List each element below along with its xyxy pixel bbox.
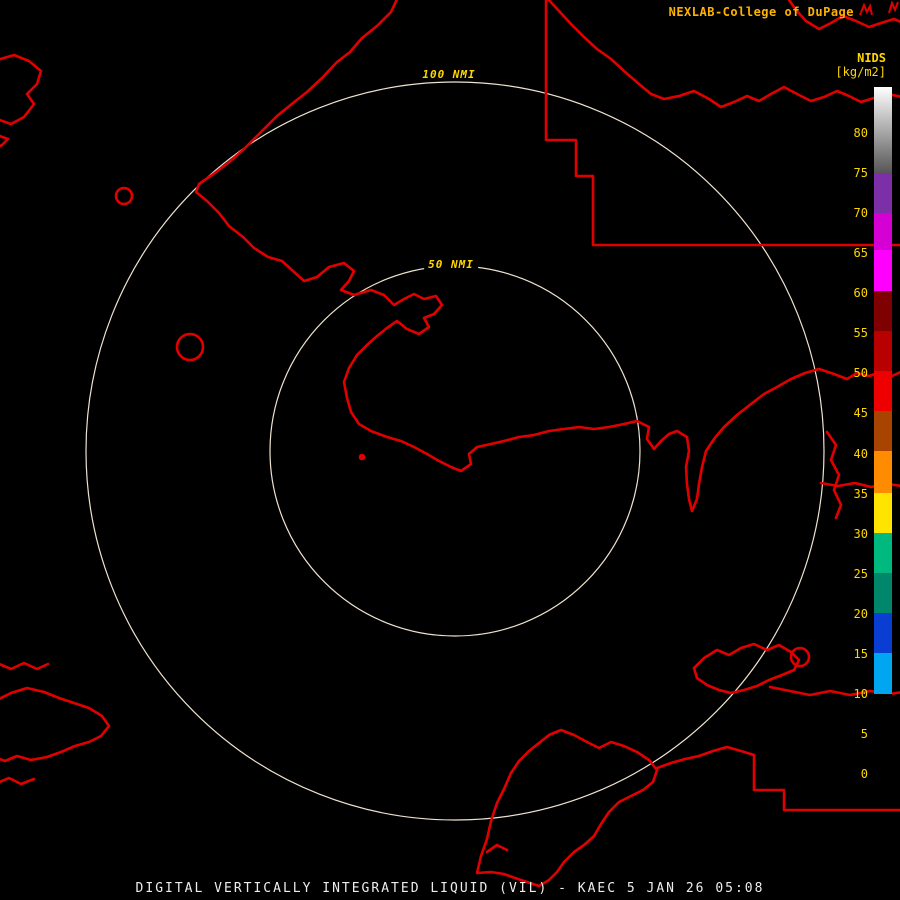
colorbar-segment (874, 533, 892, 573)
map-outline (692, 642, 801, 695)
map-outline-circle (114, 186, 134, 206)
colorbar-tick-label: 55 (853, 326, 868, 341)
range-ring (269, 265, 641, 637)
colorbar-tick-label: 60 (853, 286, 868, 301)
colorbar-segment (874, 291, 892, 331)
colorbar-tick-label: 75 (853, 166, 868, 181)
product-caption: DIGITAL VERTICALLY INTEGRATED LIQUID (VI… (135, 881, 765, 896)
map-outline (194, 0, 900, 513)
colorbar-segment (874, 573, 892, 613)
colorbar-title: NIDS (857, 51, 886, 65)
colorbar-segment (874, 653, 892, 694)
colorbar-segment (874, 87, 892, 173)
colorbar-segment (874, 613, 892, 653)
colorbar-tick-label: 20 (853, 606, 868, 621)
map-outline (0, 134, 10, 148)
map-outline-circle (789, 646, 811, 668)
radar-map-svg (0, 0, 900, 888)
colorbar-tick-label: 35 (853, 486, 868, 501)
colorbar-tick-label: 25 (853, 566, 868, 581)
colorbar-segment (874, 493, 892, 533)
colorbar-segments (874, 87, 892, 774)
colorbar-tick-label: 15 (853, 646, 868, 661)
colorbar-tick-label: 30 (853, 526, 868, 541)
colorbar-units: [kg/m2] (835, 65, 886, 79)
colorbar-tick-label: 45 (853, 406, 868, 421)
colorbar-segment (874, 213, 892, 250)
map-outline-circle (175, 332, 205, 362)
colorbar-segment (874, 173, 892, 213)
colorbar-tick-label: 0 (860, 767, 868, 781)
map-outline (0, 53, 43, 126)
map-outline (0, 776, 36, 786)
range-ring-label-100nmi: 100 NMI (418, 68, 480, 81)
colorbar-tick-label: 65 (853, 246, 868, 261)
map-outline (485, 843, 509, 854)
colorbar-segment (874, 694, 892, 734)
colorbar-segment (874, 371, 892, 411)
colorbar-segment (874, 411, 892, 451)
map-outline (475, 728, 659, 888)
colorbar-tick-label: 70 (853, 206, 868, 221)
colorbar-tick-label: 50 (853, 366, 868, 381)
colorbar-tick-label: 80 (853, 126, 868, 140)
colorbar-tick-label: 5 (860, 726, 868, 741)
map-outline (825, 430, 843, 520)
cod-logo-icon (858, 2, 874, 22)
colorbar-segment (874, 451, 892, 493)
site-title: NEXLAB-College of DuPage (668, 5, 854, 19)
colorbar-segment (874, 250, 892, 291)
map-outline-circle (358, 453, 366, 461)
colorbar-segment (874, 331, 892, 371)
colorbar-segment (874, 734, 892, 774)
range-ring-label-50nmi: 50 NMI (424, 258, 478, 271)
colorbar-tick-label: 10 (853, 686, 868, 701)
map-outline (0, 661, 50, 671)
colorbar-tick-label: 40 (853, 446, 868, 461)
radar-display: 100 NMI 50 NMI NEXLAB-College of DuPage … (0, 0, 900, 900)
colorbar-ticks: 80 75 70 65 60 55 50 45 40 35 30 25 20 15 10 5 0 (842, 87, 868, 787)
map-outline (0, 686, 111, 763)
corner-logo-fragment-icon (888, 0, 900, 19)
